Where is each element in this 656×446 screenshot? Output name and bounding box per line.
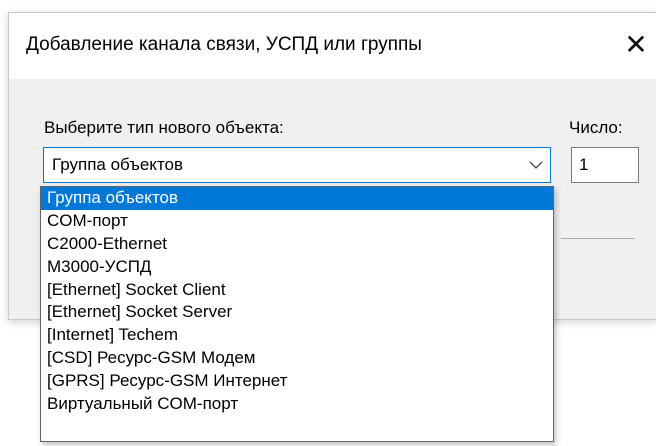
dropdown-option[interactable]: Группа объектов <box>41 187 553 210</box>
object-type-select[interactable]: Группа объектов <box>43 147 551 183</box>
dropdown-option[interactable]: [GPRS] Ресурс-GSM Интернет <box>41 370 553 393</box>
dropdown-option[interactable]: COM-порт <box>41 210 553 233</box>
count-input[interactable] <box>571 147 639 183</box>
dropdown-option[interactable]: [Ethernet] Socket Client <box>41 279 553 302</box>
object-type-label: Выберите тип нового объекта: <box>44 118 284 137</box>
dropdown-option[interactable]: C2000-Ethernet <box>41 233 553 256</box>
dropdown-option[interactable]: [CSD] Ресурс-GSM Модем <box>41 347 553 370</box>
separator-line <box>561 238 635 239</box>
dialog-title: Добавление канала связи, УСПД или группы <box>26 34 422 55</box>
dropdown-option[interactable]: Виртуальный COM-порт <box>41 393 553 416</box>
dropdown-option[interactable]: [Ethernet] Socket Server <box>41 301 553 324</box>
dropdown-option[interactable]: [Internet] Techem <box>41 324 553 347</box>
count-label: Число: <box>569 118 623 137</box>
title-bar: Добавление канала связи, УСПД или группы… <box>9 13 656 79</box>
dropdown-option[interactable]: М3000-УСПД <box>41 256 553 279</box>
chevron-down-icon <box>529 161 543 169</box>
close-icon[interactable]: ✕ <box>621 27 651 63</box>
object-type-selected-value: Группа объектов <box>52 155 184 174</box>
object-type-dropdown-list[interactable]: Группа объектов COM-порт C2000-Ethernet … <box>40 186 554 442</box>
